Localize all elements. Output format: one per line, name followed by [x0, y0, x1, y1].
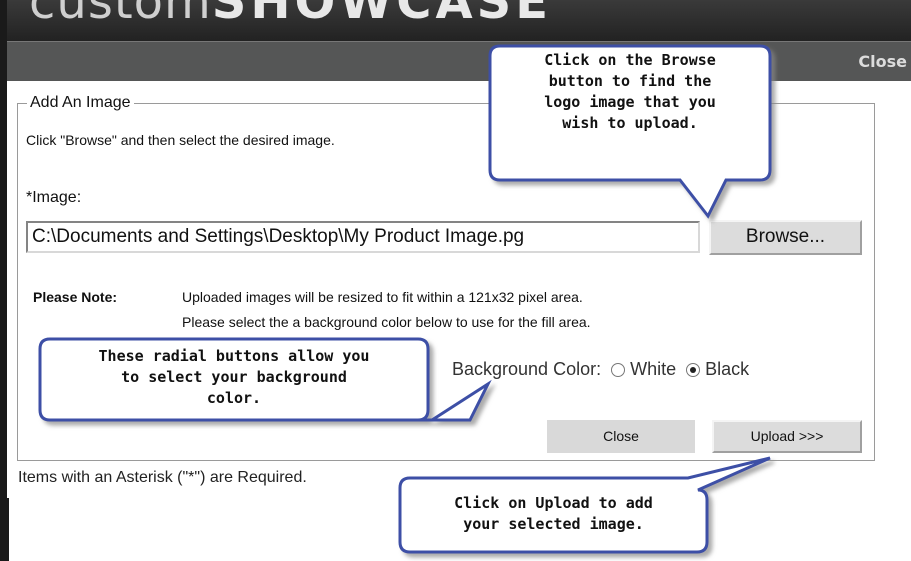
- required-fields-note: Items with an Asterisk ("*") are Require…: [18, 469, 307, 486]
- image-file-input[interactable]: C:\Documents and Settings\Desktop\My Pro…: [26, 221, 700, 253]
- instructions-text: Click "Browse" and then select the desir…: [26, 132, 335, 148]
- browse-button[interactable]: Browse...: [709, 220, 862, 255]
- note-text-line1: Uploaded images will be resized to fit w…: [182, 289, 583, 305]
- logo: customSHOWCASE: [29, 0, 552, 30]
- header-close-link[interactable]: Close: [858, 52, 907, 71]
- upload-button[interactable]: Upload >>>: [712, 420, 862, 453]
- note-label: Please Note:: [33, 289, 118, 305]
- black-radio[interactable]: [686, 362, 701, 377]
- left-frame-border: [0, 0, 7, 561]
- header-bar: Close: [7, 41, 911, 81]
- image-field-label: *Image:: [26, 189, 82, 206]
- white-radio-label: White: [630, 359, 677, 379]
- background-color-label: Background Color:: [452, 359, 602, 379]
- white-radio[interactable]: [611, 362, 626, 377]
- close-button[interactable]: Close: [547, 420, 695, 453]
- radio-callout-text: These radial buttons allow you to select…: [98, 347, 370, 407]
- logo-bar: customSHOWCASE: [7, 0, 911, 41]
- background-color-row: Background Color: White Black: [452, 359, 749, 380]
- upload-callout-text: Click on Upload to add your selected ima…: [454, 494, 653, 533]
- note-text-line2: Please select the a background color bel…: [182, 314, 591, 330]
- black-radio-label: Black: [705, 359, 750, 379]
- browse-callout-text: Click on the Browse button to find the l…: [544, 51, 716, 132]
- fieldset-legend: Add An Image: [27, 94, 134, 112]
- bottom-frame-border: [7, 498, 9, 561]
